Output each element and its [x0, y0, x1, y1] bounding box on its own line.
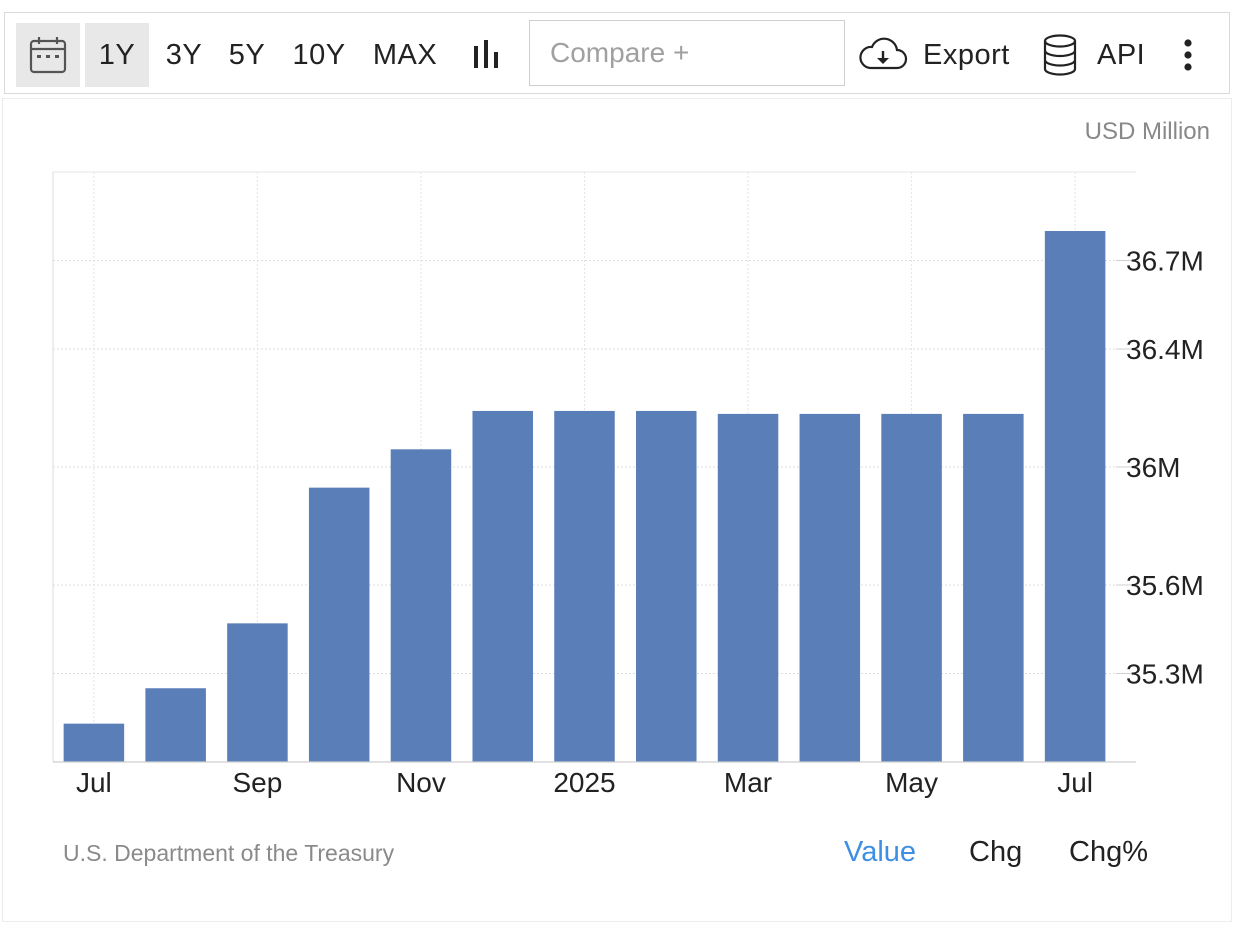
bar-9[interactable]: [799, 413, 861, 762]
x-tick-label: Jul: [1057, 767, 1093, 798]
bar-3[interactable]: [308, 487, 370, 762]
bar-10[interactable]: [881, 413, 942, 762]
bar-2[interactable]: [227, 623, 288, 762]
view-value-tab[interactable]: Value: [844, 836, 916, 869]
bar-7[interactable]: [636, 410, 697, 762]
y-tick-label: 36.7M: [1126, 246, 1204, 277]
bar-5[interactable]: [472, 410, 533, 762]
x-tick-label: May: [885, 767, 938, 798]
y-tick-label: 35.6M: [1126, 570, 1204, 601]
bar-0[interactable]: [63, 723, 125, 762]
y-tick-label: 35.3M: [1126, 659, 1204, 690]
source-label: U.S. Department of the Treasury: [63, 840, 395, 866]
bar-11[interactable]: [963, 413, 1024, 762]
y-tick-label: 36.4M: [1126, 334, 1204, 365]
x-tick-label: Jul: [76, 767, 112, 798]
bar-6[interactable]: [554, 410, 615, 762]
x-tick-label: Nov: [396, 767, 446, 798]
x-tick-label: 2025: [553, 767, 615, 798]
x-tick-label: Mar: [724, 767, 772, 798]
bar-8[interactable]: [717, 413, 779, 762]
x-tick-label: Sep: [233, 767, 283, 798]
bar-chart: 35.3M 35.6M 36M 36.4M 36.7M Jul Sep Nov 2025 Mar M…: [52, 171, 1204, 798]
view-chg-percent-tab[interactable]: Chg%: [1069, 836, 1148, 869]
view-chg-tab[interactable]: Chg: [969, 836, 1022, 869]
bar-4[interactable]: [390, 449, 452, 762]
bar-1[interactable]: [145, 688, 206, 762]
bar-12[interactable]: [1044, 231, 1106, 762]
y-tick-label: 36M: [1126, 452, 1180, 483]
